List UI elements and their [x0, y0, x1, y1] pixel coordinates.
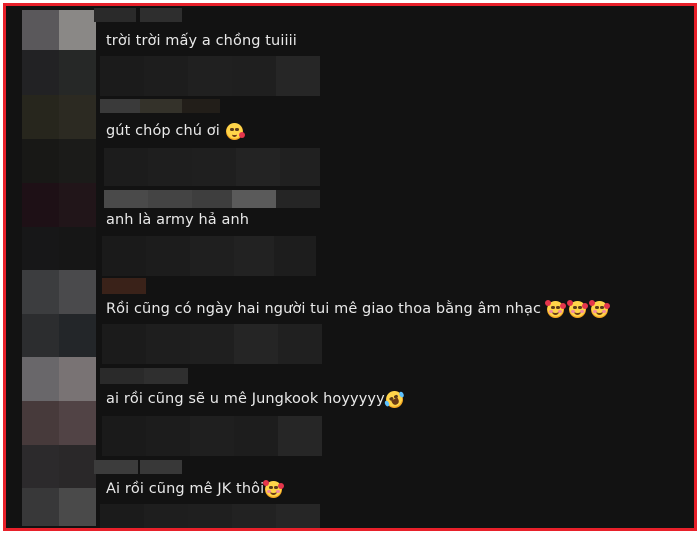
- avatar-blur: [22, 488, 96, 526]
- avatar-blur: [22, 314, 96, 357]
- avatar[interactable]: [22, 183, 96, 227]
- smiling-face-with-hearts-icon: [545, 299, 567, 318]
- avatar[interactable]: [22, 95, 96, 139]
- comment-text: anh là army hả anh: [106, 209, 249, 231]
- comment-text: ai rồi cũng sẽ u mê Jungkook hoyyyyy: [106, 387, 406, 411]
- comment-text: Ai rồi cũng mê JK thôi: [106, 478, 285, 500]
- action-bar-blur: [100, 504, 320, 528]
- username-blur[interactable]: [100, 368, 190, 384]
- comment-body: anh là army hả anh: [106, 212, 250, 228]
- rolling-on-floor-laughing-icon: [382, 387, 406, 411]
- comment-body: Ai rồi cũng mê JK thôi: [106, 481, 265, 497]
- username-blur[interactable]: [100, 99, 220, 113]
- username-blur[interactable]: [94, 8, 184, 22]
- smiling-face-with-hearts-icon: [589, 299, 611, 318]
- avatar[interactable]: [22, 445, 96, 488]
- comment-text: gút chóp chú ơi: [106, 120, 245, 142]
- avatar[interactable]: [22, 357, 96, 401]
- username-blur[interactable]: [104, 190, 324, 208]
- comment-body: gút chóp chú ơi: [106, 123, 220, 139]
- avatar-blur: [22, 401, 96, 445]
- username-blur[interactable]: [102, 278, 146, 294]
- action-bar-blur: [104, 148, 320, 186]
- smiling-face-with-hearts-icon: [567, 299, 589, 318]
- avatar-blur: [22, 139, 96, 183]
- action-bar-blur: [102, 416, 322, 456]
- face-blowing-kiss-icon: [225, 122, 245, 140]
- smiling-face-with-hearts-icon: [263, 479, 285, 498]
- avatar-blur: [22, 50, 96, 95]
- avatar[interactable]: [22, 10, 96, 50]
- avatar-blur: [22, 227, 96, 270]
- action-bar-blur: [102, 324, 322, 364]
- comment-text: Rồi cũng có ngày hai người tui mê giao t…: [106, 298, 611, 320]
- username-blur[interactable]: [94, 460, 184, 474]
- avatar-column: [22, 10, 96, 526]
- comment-screenshot-frame: trời trời mấy a chồng tuiiii gút chóp ch…: [3, 3, 697, 531]
- action-bar-blur: [102, 236, 316, 276]
- comment-body: ai rồi cũng sẽ u mê Jungkook hoyyyyy: [106, 391, 385, 407]
- comment-text: trời trời mấy a chồng tuiiii: [106, 30, 297, 52]
- comment-body: Rồi cũng có ngày hai người tui mê giao t…: [106, 301, 542, 317]
- comment-body: trời trời mấy a chồng tuiiii: [106, 33, 297, 49]
- action-bar-blur: [100, 56, 320, 96]
- avatar[interactable]: [22, 270, 96, 314]
